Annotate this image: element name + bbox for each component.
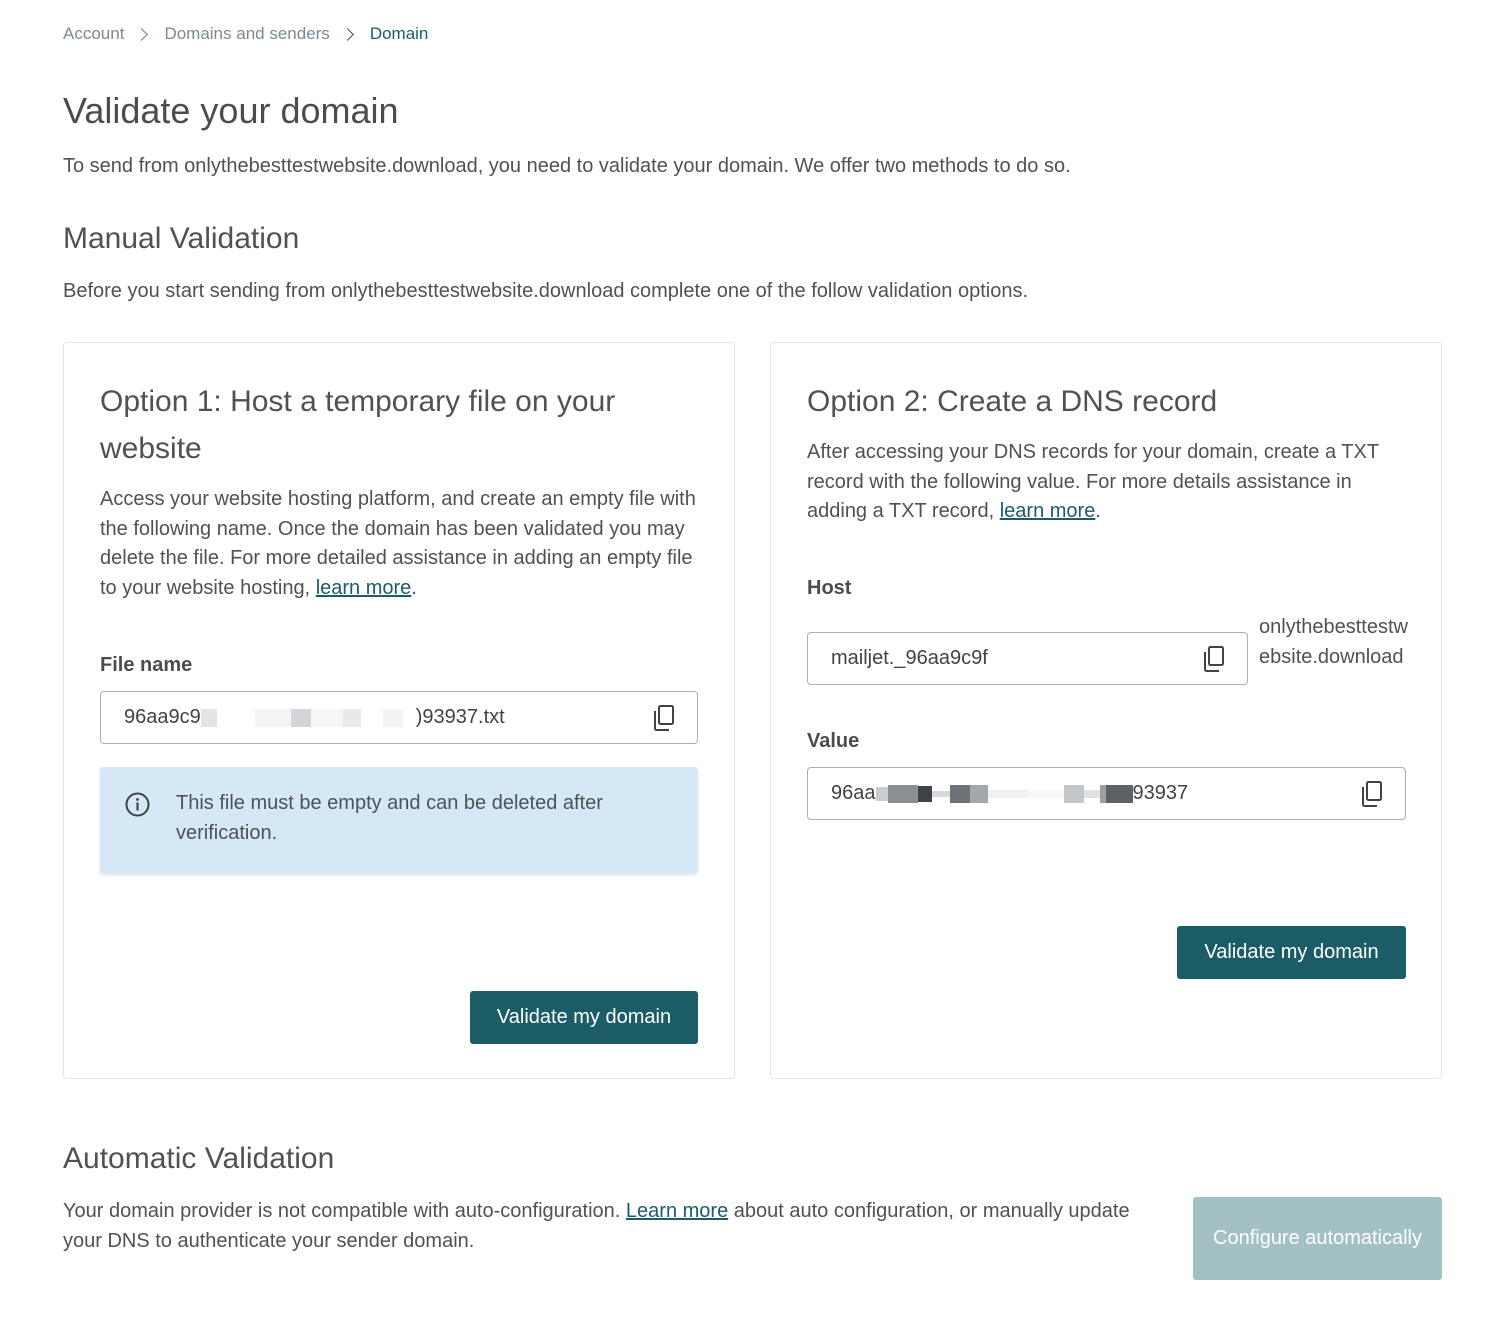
option1-description-end: . (411, 576, 417, 599)
host-domain-suffix: onlythebesttestwebsite.download (1259, 616, 1408, 668)
page-title: Validate your domain (63, 90, 399, 131)
option2-title: Option 2: Create a DNS record (807, 385, 1218, 418)
manual-validation-title: Manual Validation (63, 222, 300, 255)
file-name-value-end: )93937.txt (415, 706, 505, 728)
value-label: Value (807, 730, 860, 752)
copy-icon[interactable] (653, 705, 675, 731)
option2-learn-more-link[interactable]: learn more (1000, 500, 1096, 522)
file-name-label: File name (100, 654, 193, 676)
automatic-validation-description: Your domain provider is not compatible w… (63, 1197, 1173, 1256)
chevron-right-icon (135, 27, 149, 41)
automatic-learn-more-link[interactable]: Learn more (626, 1200, 728, 1222)
redacted-block (200, 708, 416, 728)
chevron-right-icon (340, 27, 354, 41)
file-name-field[interactable]: 96aa9c9 )93937.txt (100, 691, 698, 744)
option1-card: Option 1: Host a temporary file on your … (63, 342, 735, 1079)
value-field[interactable]: 96aa 93937 (807, 767, 1406, 820)
host-label: Host (807, 577, 852, 599)
option1-title: Option 1: Host a temporary file on your … (100, 385, 616, 465)
option1-validate-button[interactable]: Validate my domain (470, 991, 698, 1044)
breadcrumb-account[interactable]: Account (63, 24, 124, 44)
copy-icon[interactable] (1203, 646, 1225, 672)
manual-validation-description: Before you start sending from onlythebes… (63, 280, 1029, 302)
automatic-validation-title: Automatic Validation (63, 1142, 335, 1175)
configure-automatically-button[interactable]: Configure automatically (1193, 1197, 1442, 1280)
option2-description-end: . (1095, 500, 1101, 522)
breadcrumb-domain: Domain (369, 24, 429, 43)
redacted-block (875, 784, 1133, 804)
file-empty-notice: This file must be empty and can be delet… (100, 767, 698, 873)
copy-icon[interactable] (1361, 781, 1383, 807)
option1-description: Access your website hosting platform, an… (100, 485, 704, 603)
breadcrumb-domains-and-senders[interactable]: Domains and senders (164, 24, 329, 44)
value-start: 96aa (831, 782, 876, 804)
option2-description: After accessing your DNS records for you… (807, 438, 1411, 527)
option2-card: Option 2: Create a DNS record After acce… (770, 342, 1442, 1079)
host-value: mailjet._96aa9c9f (831, 647, 988, 669)
notice-text: This file must be empty and can be delet… (176, 792, 603, 844)
option2-validate-button[interactable]: Validate my domain (1177, 926, 1406, 979)
info-icon (125, 792, 150, 817)
page-intro: To send from onlythebesttestwebsite.down… (63, 155, 1071, 177)
automatic-description-text: Your domain provider is not compatible w… (63, 1200, 626, 1222)
option1-learn-more-link[interactable]: learn more (316, 577, 412, 599)
breadcrumb: Account Domains and senders Domain (63, 24, 428, 44)
host-field[interactable]: mailjet._96aa9c9f (807, 632, 1248, 685)
file-name-value-start: 96aa9c9 (124, 706, 201, 728)
value-end: 93937 (1132, 782, 1189, 804)
